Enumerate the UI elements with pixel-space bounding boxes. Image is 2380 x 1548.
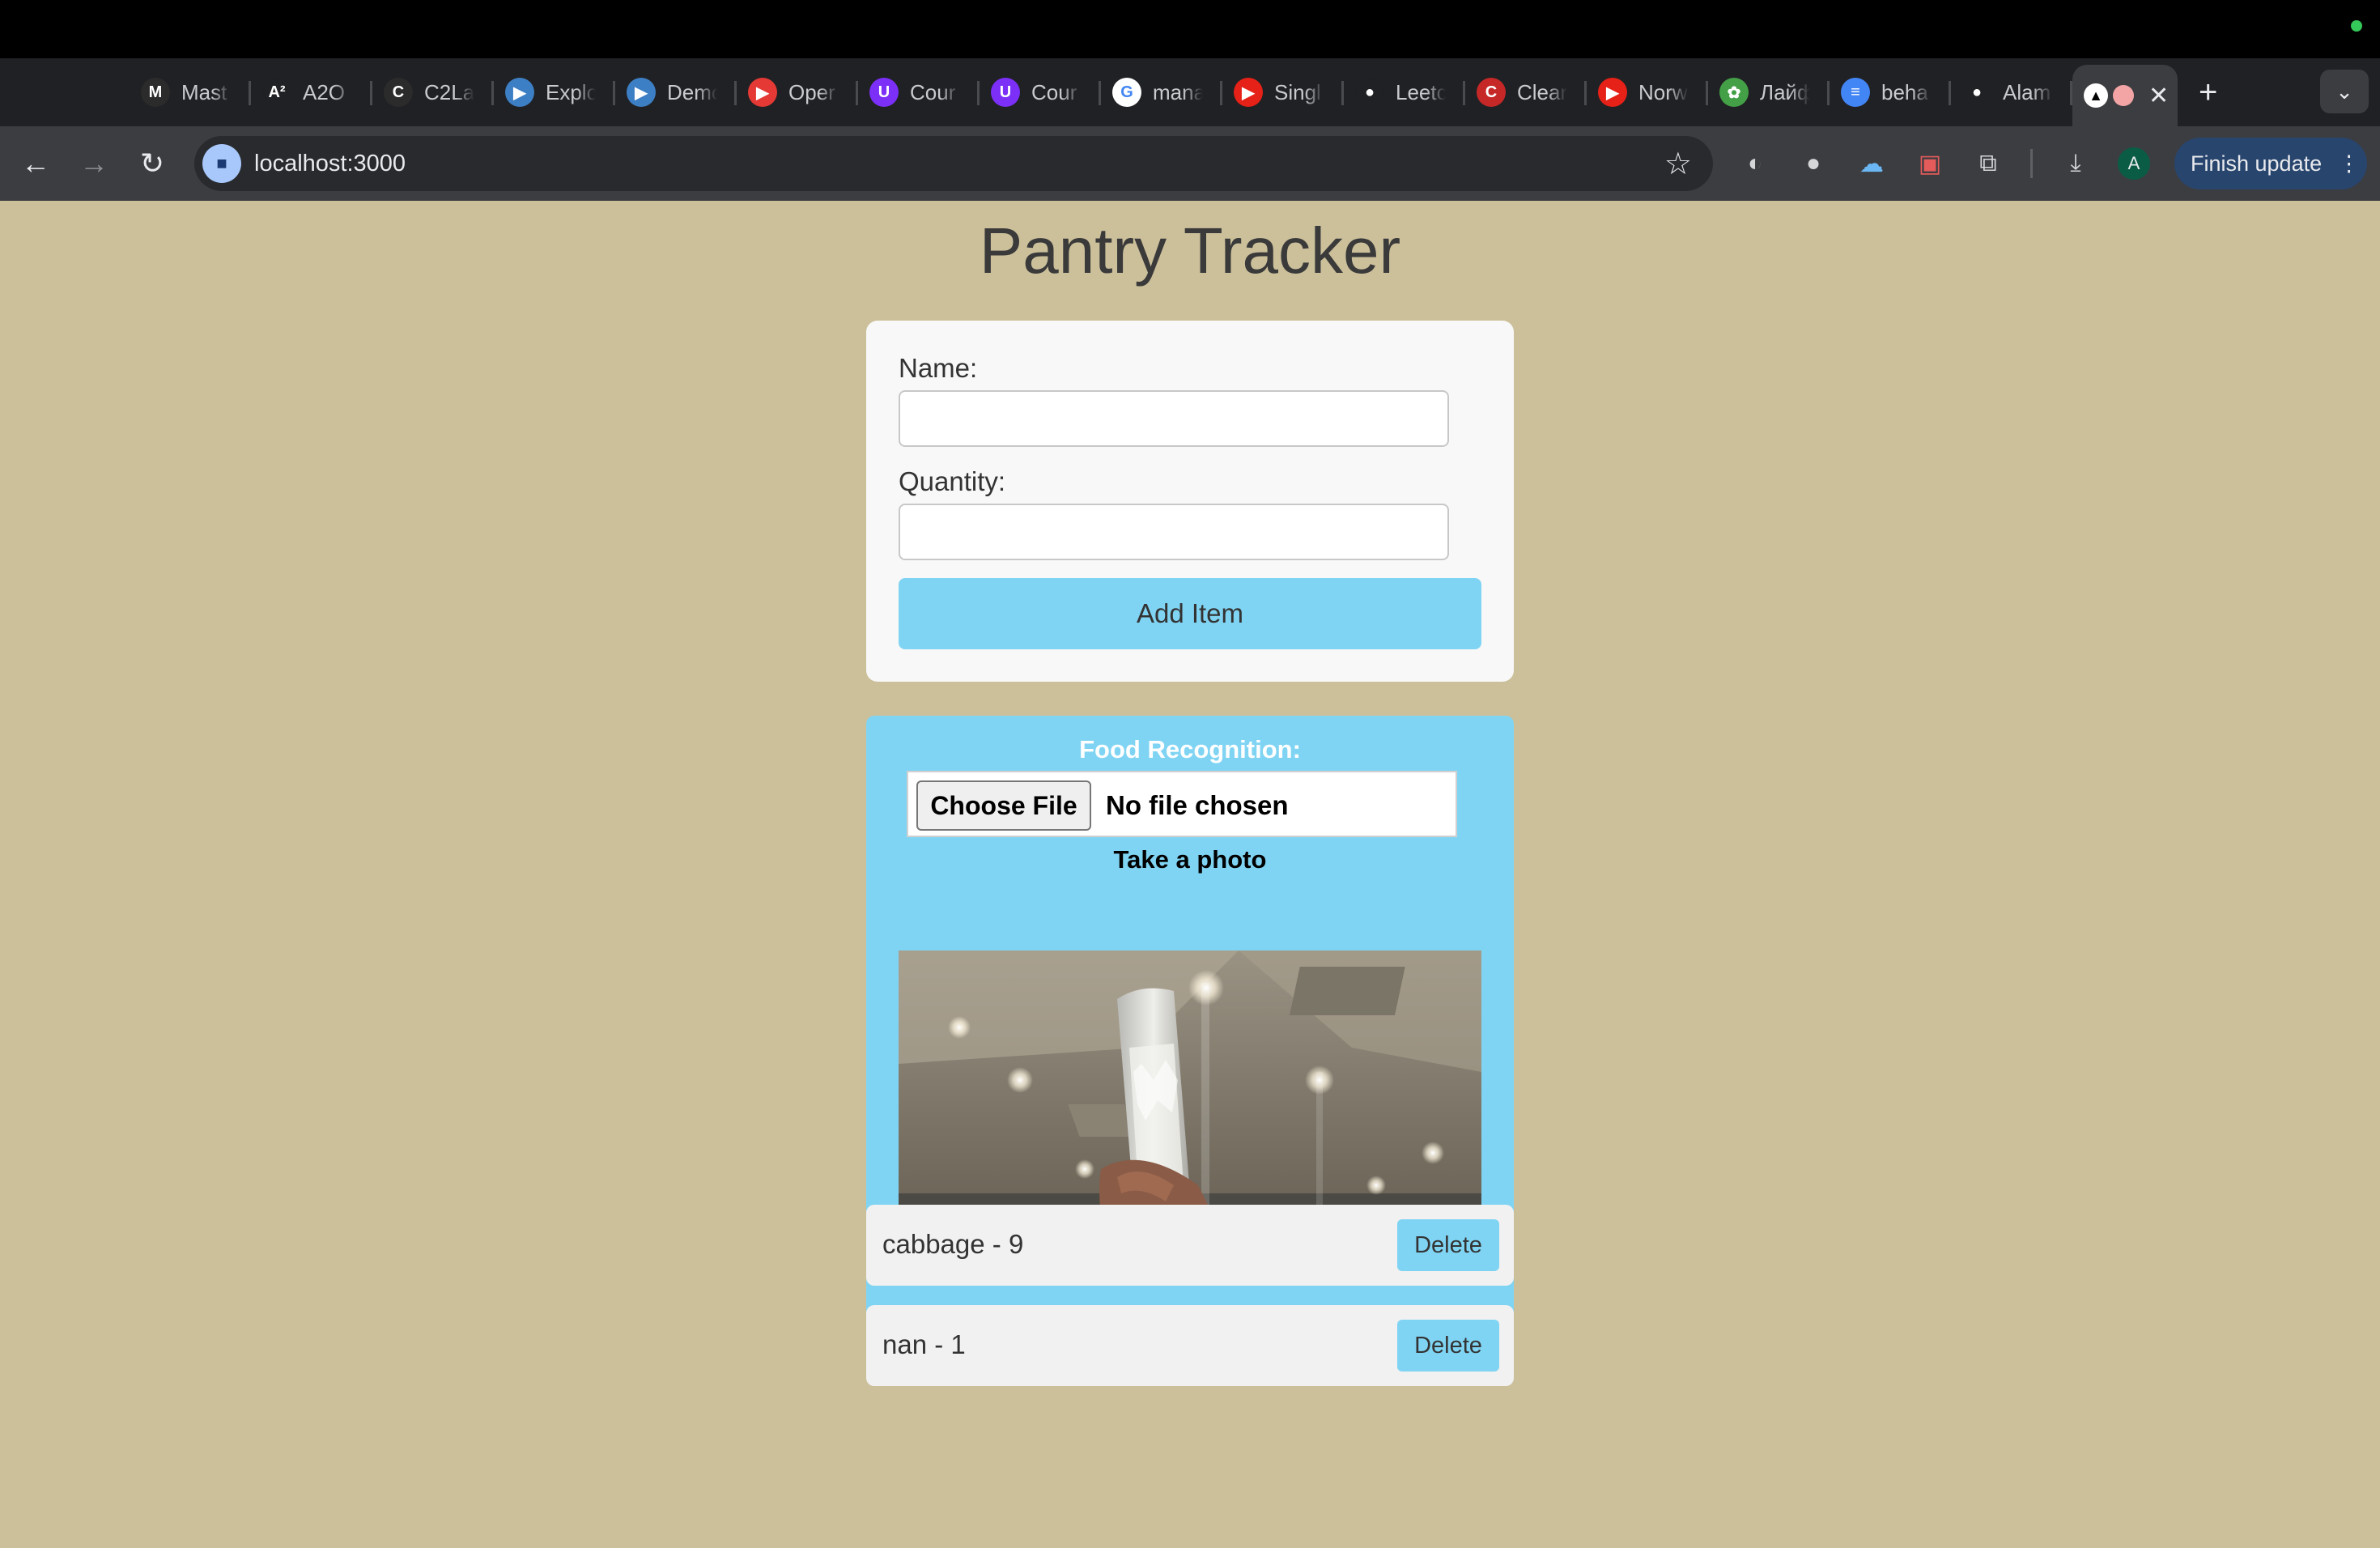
tab-title: Лайф <box>1760 79 1810 104</box>
tab-title: beha <box>1881 79 1928 104</box>
tab-title: A2O <box>303 79 346 104</box>
tab-list: M Mast A² A2O C C2La ▶ Explo ▶ Demo ▶ Oper U Cour U Cou… <box>130 58 2217 126</box>
tab-title: Leetc <box>1396 79 1446 104</box>
flower-icon: ✿ <box>1719 78 1749 107</box>
browser-tab[interactable]: ● Leetc <box>1344 58 1465 126</box>
video-play-icon: ▶ <box>627 78 656 107</box>
tab-title: Clear <box>1517 79 1567 104</box>
tab-title: mana <box>1153 79 1203 104</box>
finish-update-label: Finish update <box>2191 151 2323 176</box>
name-input[interactable] <box>899 390 1449 447</box>
file-input[interactable]: Choose File No file chosen <box>907 771 1457 837</box>
c2la-logo-icon: C <box>384 78 413 107</box>
browser-tab[interactable]: M Mast <box>130 58 251 126</box>
page-content: Pantry Tracker Name: Quantity: Add Item … <box>0 201 2380 1548</box>
take-photo-label: Take a photo <box>1113 845 1267 874</box>
app-logo-icon: ▲ <box>2084 83 2108 108</box>
close-tab-icon[interactable]: ✕ <box>2148 82 2169 110</box>
browser-tab[interactable]: ▶ Singl <box>1222 58 1344 126</box>
recording-icon <box>2113 85 2134 106</box>
pantry-item-text: cabbage - 9 <box>882 1229 1024 1259</box>
browser-tab[interactable]: Gmana <box>1101 58 1222 126</box>
browser-tab[interactable]: C Clear <box>1465 58 1587 126</box>
github-icon: ● <box>1355 78 1384 107</box>
pantry-list-item: nan - 1 Delete <box>866 1305 1514 1386</box>
google-icon: G <box>1112 78 1141 107</box>
a2-logo-icon: A² <box>262 78 291 107</box>
page-title: Pantry Tracker <box>979 215 1401 287</box>
browser-tab[interactable]: ▶ Demo <box>615 58 737 126</box>
choose-file-button[interactable]: Choose File <box>916 780 1091 831</box>
url-text[interactable]: localhost:3000 <box>254 151 406 177</box>
tab-title: Oper <box>788 79 835 104</box>
extension-icon-3[interactable]: ▣ <box>1912 146 1948 181</box>
clear-logo-icon: C <box>1477 78 1506 107</box>
m-logo-icon: M <box>141 78 170 107</box>
pantry-item-text: nan - 1 <box>882 1329 966 1359</box>
quantity-label: Quantity: <box>899 466 1006 496</box>
pantry-list-item: cabbage - 9 Delete <box>866 1205 1514 1286</box>
add-item-button[interactable]: Add Item <box>899 578 1481 649</box>
profile-avatar[interactable]: A <box>2118 147 2150 180</box>
browser-tab[interactable]: ▶ Oper <box>737 58 858 126</box>
more-menu-icon[interactable]: ⋮ <box>2338 151 2360 176</box>
extension-icon-2[interactable]: ● <box>1796 146 1831 181</box>
quantity-input[interactable] <box>899 504 1449 560</box>
browser-toolbar: ← → ↻ ■ localhost:3000 ☆ ◐ ● ☁ ▣ ⧉ ⤓ A F… <box>0 126 2380 201</box>
browser-tab[interactable]: C C2La <box>372 58 494 126</box>
site-info-icon[interactable]: ■ <box>202 144 241 183</box>
name-label: Name: <box>899 353 978 383</box>
os-menubar <box>0 0 2380 58</box>
address-bar[interactable]: ■ localhost:3000 ☆ <box>194 136 1713 191</box>
tab-title: Cour <box>1031 79 1077 104</box>
video-play-icon: ▶ <box>505 78 534 107</box>
add-item-form: Name: Quantity: Add Item <box>866 321 1514 682</box>
u-logo-icon: U <box>869 78 899 107</box>
browser-tab[interactable]: ▶ Explo <box>494 58 615 126</box>
extensions-puzzle-icon[interactable]: ⧉ <box>1970 146 2006 181</box>
tab-title: Cour <box>910 79 956 104</box>
tab-title: Demo <box>667 79 717 104</box>
youtube-icon: ▶ <box>1234 78 1263 107</box>
browser-tab[interactable]: ≡ beha <box>1830 58 1951 126</box>
browser-tab[interactable]: U Cour <box>858 58 980 126</box>
tab-title: Mast <box>181 79 227 104</box>
extension-icon-1[interactable]: ◐ <box>1737 146 1773 181</box>
browser-tab[interactable]: ▶ Norw <box>1587 58 1708 126</box>
cloud-extension-icon[interactable]: ☁ <box>1854 146 1889 181</box>
tab-strip: M Mast A² A2O C C2La ▶ Explo ▶ Demo ▶ Oper U Cour U Cou… <box>0 58 2380 126</box>
browser-tab[interactable]: ● Alam <box>1951 58 2072 126</box>
bookmark-star-icon[interactable]: ☆ <box>1664 146 1692 182</box>
forward-button[interactable]: → <box>74 144 113 183</box>
browser-tab[interactable]: U Cour <box>980 58 1101 126</box>
delete-button[interactable]: Delete <box>1397 1320 1499 1372</box>
status-dot <box>2351 20 2362 32</box>
tab-title: Singl <box>1274 79 1321 104</box>
download-icon[interactable]: ⤓ <box>2058 146 2093 181</box>
tab-title: Norw <box>1638 79 1688 104</box>
youtube-icon: ▶ <box>1598 78 1627 107</box>
tab-title: Explo <box>546 79 596 104</box>
browser-tab[interactable]: ✿ Лайф <box>1708 58 1830 126</box>
new-tab-button[interactable]: + <box>2199 76 2217 108</box>
tab-title: Alam <box>2003 79 2051 104</box>
docs-icon: ≡ <box>1841 78 1870 107</box>
tab-search-button[interactable]: ⌄ <box>2320 70 2369 113</box>
no-file-text: No file chosen <box>1106 790 1289 820</box>
active-tab[interactable]: ▲ ✕ <box>2072 65 2178 126</box>
delete-button[interactable]: Delete <box>1397 1219 1499 1271</box>
reload-button[interactable]: ↻ <box>133 144 172 183</box>
finish-update-button[interactable]: Finish update ⋮ <box>2174 138 2367 189</box>
play-record-icon: ▶ <box>748 78 777 107</box>
browser-tab[interactable]: A² A2O <box>251 58 372 126</box>
github-icon: ● <box>1962 78 1991 107</box>
toolbar-divider <box>2030 149 2033 178</box>
food-recognition-title: Food Recognition: <box>1079 735 1301 763</box>
u-logo-icon: U <box>991 78 1020 107</box>
tab-title: C2La <box>424 79 474 104</box>
back-button[interactable]: ← <box>16 144 55 183</box>
